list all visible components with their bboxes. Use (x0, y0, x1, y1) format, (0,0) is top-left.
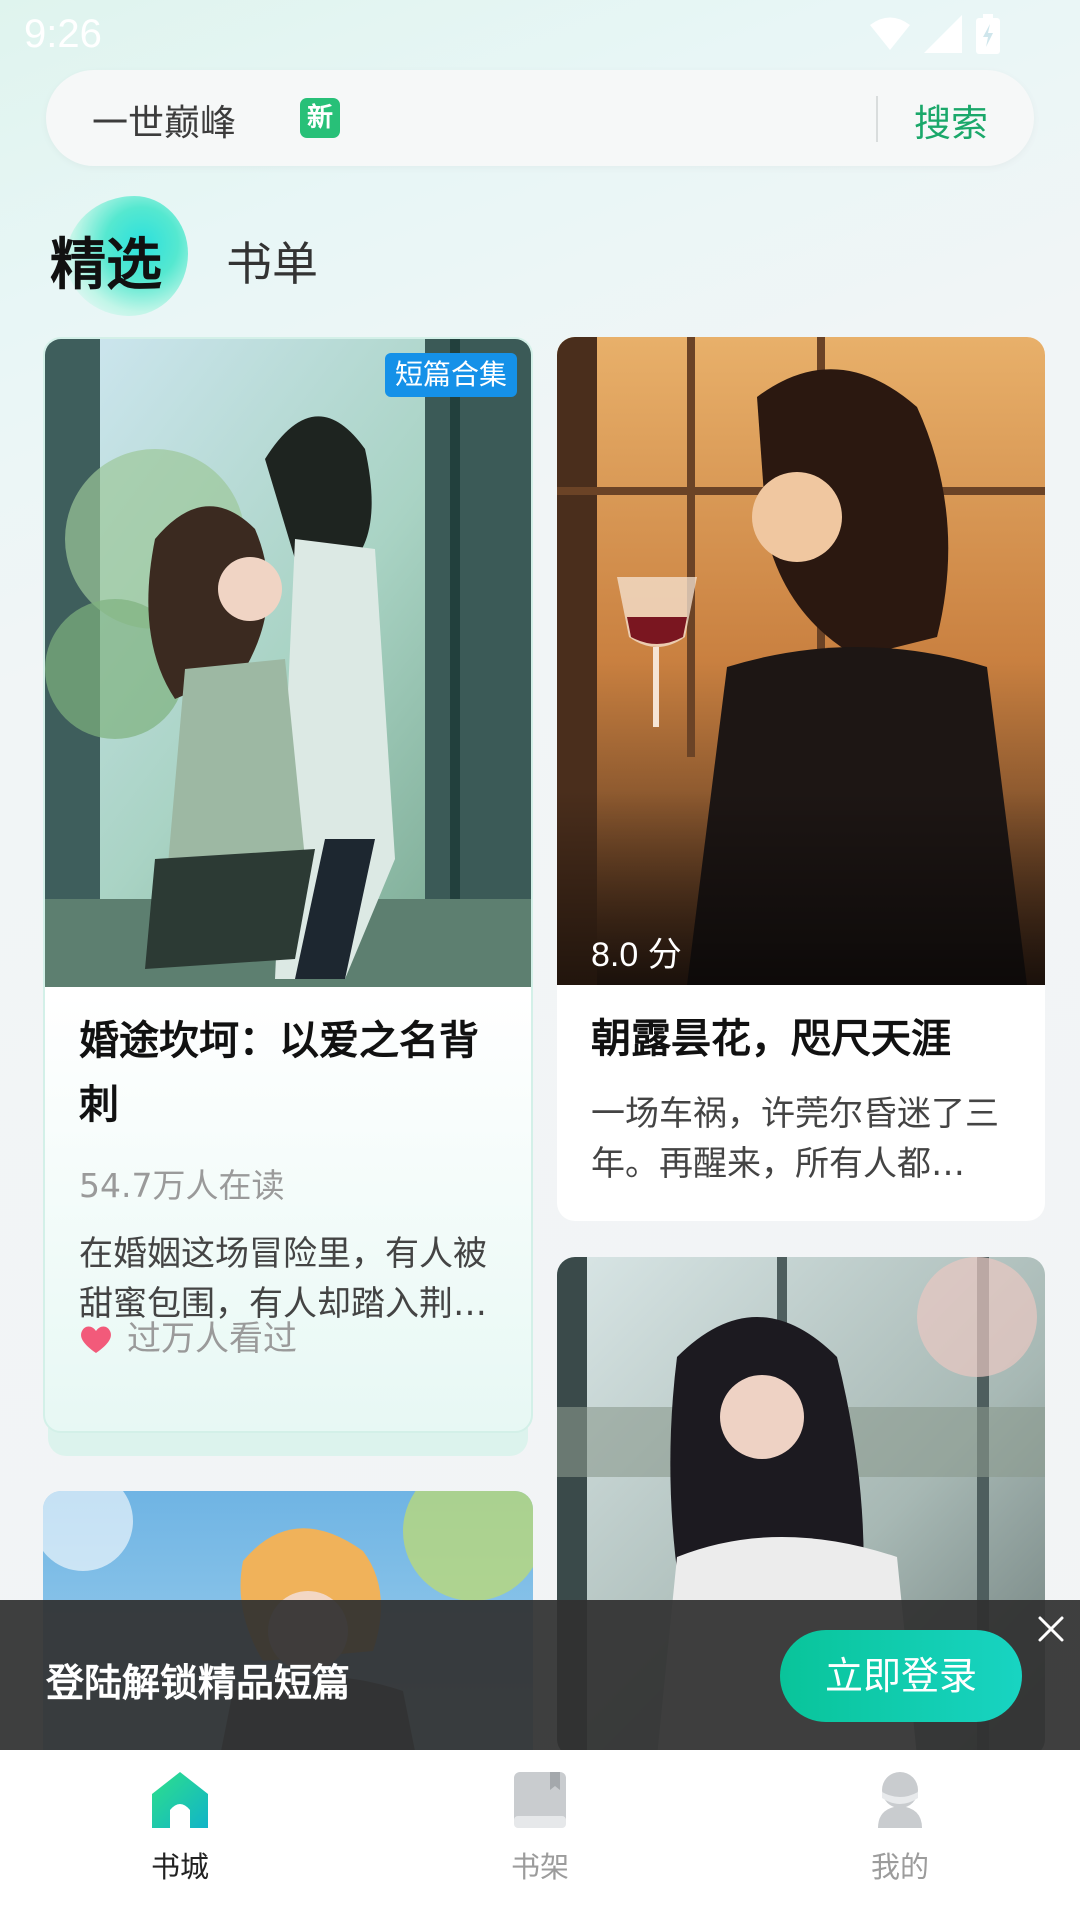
search-button[interactable]: 搜索 (914, 93, 988, 147)
book-card[interactable]: 短篇合集 婚途坎坷：以爱之名背刺 54.7万人在读 在婚姻这场冒险里，有人被甜蜜… (43, 337, 533, 1433)
book-title: 朝露昙花，咫尺天涯 (591, 1016, 951, 1062)
battery-icon (976, 14, 1000, 54)
book-icon (514, 1772, 566, 1828)
view-count-row: 过万人看过 (79, 1311, 297, 1360)
heart-icon (81, 1326, 111, 1353)
home-icon (152, 1772, 208, 1828)
search-input[interactable]: 一世巅峰 (92, 94, 236, 146)
profile-icon (878, 1772, 922, 1828)
search-divider (876, 96, 878, 142)
status-bar: 9:26 (0, 0, 1080, 70)
tab-featured[interactable]: 精选 (50, 220, 162, 301)
nav-label: 书架 (510, 1850, 569, 1884)
new-badge: 新 (300, 98, 340, 138)
wifi-icon (870, 17, 910, 50)
login-button[interactable]: 立即登录 (780, 1630, 1022, 1722)
close-icon[interactable] (1034, 1612, 1068, 1646)
book-cover (45, 339, 531, 987)
search-bar[interactable]: 一世巅峰 新 搜索 (46, 70, 1034, 166)
book-card[interactable]: 8.0 分 朝露昙花，咫尺天涯 一场车祸，许莞尔昏迷了三年。再醒来，所有人都说…… (557, 337, 1045, 1221)
signal-icon (924, 15, 962, 53)
view-count: 过万人看过 (127, 1319, 297, 1359)
status-time: 9:26 (24, 12, 102, 56)
tab-booklist[interactable]: 书单 (226, 228, 318, 294)
rating-score: 8.0 分 (591, 936, 682, 974)
login-prompt: 登陆解锁精品短篇 (46, 1661, 351, 1705)
nav-item-bookshelf[interactable]: 书架 (440, 1768, 640, 1886)
book-cover (557, 337, 1045, 985)
collection-tag: 短篇合集 (384, 353, 517, 397)
reader-count: 54.7万人在读 (79, 1166, 285, 1205)
bottom-nav: 书城 书架 我的 (0, 1750, 1080, 1920)
book-title: 婚途坎坷：以爱之名背刺 (79, 1018, 479, 1128)
book-description: 一场车祸，许莞尔昏迷了三年。再醒来，所有人都说…… (591, 1094, 999, 1184)
nav-item-profile[interactable]: 我的 (800, 1768, 1000, 1886)
nav-label: 书城 (150, 1850, 209, 1884)
nav-label: 我的 (870, 1850, 929, 1884)
login-banner: 登陆解锁精品短篇 立即登录 (0, 1600, 1080, 1750)
nav-item-bookstore[interactable]: 书城 (80, 1768, 280, 1886)
